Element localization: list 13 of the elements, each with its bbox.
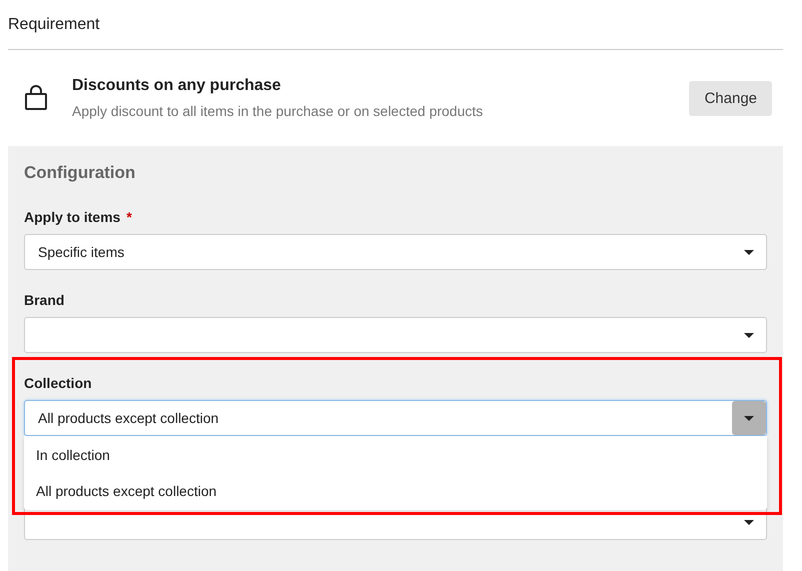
configuration-title: Configuration xyxy=(24,163,136,183)
field-label: Brand xyxy=(24,292,64,308)
section-title: Requirement xyxy=(8,16,100,34)
dropdown-option[interactable]: All products except collection xyxy=(24,473,767,509)
select-field[interactable]: All products except collection xyxy=(24,400,767,436)
requirement-description: Apply discount to all items in the purchase or on selected products xyxy=(72,103,484,119)
field-label: Collection xyxy=(24,375,92,391)
requirement-title: Discounts on any purchase xyxy=(72,77,282,95)
required-mark: * xyxy=(126,209,132,225)
dropdown-option[interactable]: In collection xyxy=(24,437,767,473)
change-button[interactable]: Change xyxy=(689,80,772,116)
select-field[interactable]: Specific items xyxy=(24,234,767,270)
field-label: Apply to items xyxy=(24,209,120,225)
